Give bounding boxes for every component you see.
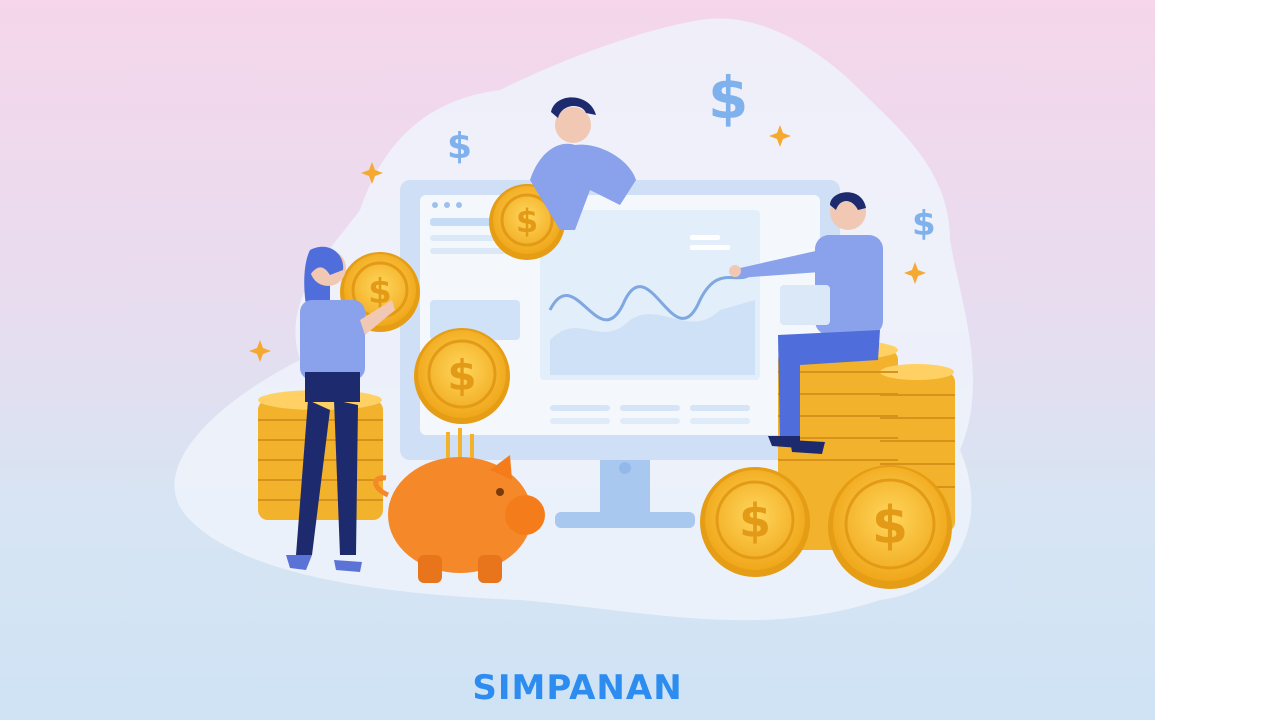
dollar-sign-icon: $ <box>912 204 936 244</box>
dollar-sign-icon: $ <box>708 64 748 132</box>
coin-icon: $ <box>828 465 952 589</box>
blank-margin <box>1155 0 1283 720</box>
caption-title: SIMPANAN <box>472 668 683 708</box>
illustration-frame: $ $ $ $ $ $ $ $ SIMPANAN <box>0 0 1155 720</box>
dollar-sign-icon: $ <box>447 126 472 167</box>
svg-text:$: $ <box>516 202 538 240</box>
coin-icon: $ <box>414 328 510 424</box>
coin-icon: $ <box>700 467 810 577</box>
svg-text:$: $ <box>447 351 476 400</box>
svg-text:$: $ <box>872 496 908 556</box>
savings-illustration: $ $ $ $ $ $ $ $ <box>174 18 973 621</box>
sparkle-icon <box>249 340 271 362</box>
svg-text:$: $ <box>739 494 771 548</box>
